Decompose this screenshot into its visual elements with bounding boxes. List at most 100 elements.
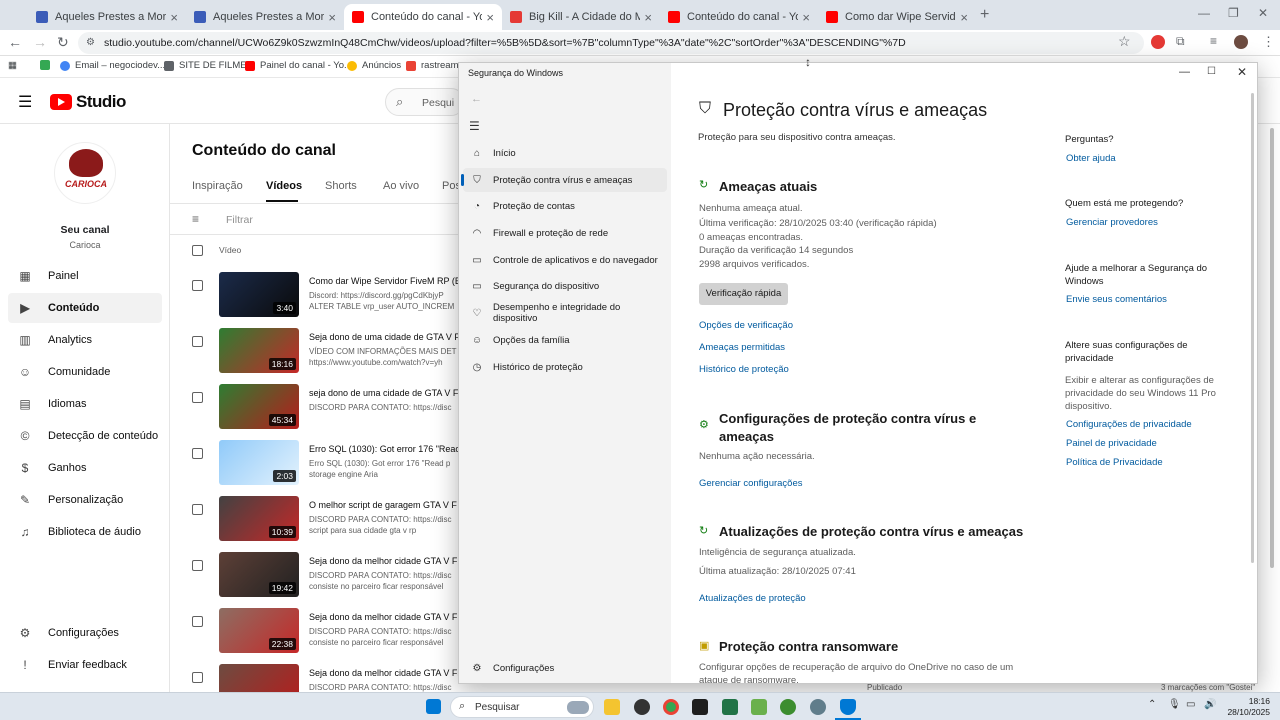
sidebar-item-conteudo[interactable]: ▶ Conteúdo (8, 293, 162, 323)
sidebar-item-idiomas[interactable]: ▤ Idiomas (8, 389, 162, 419)
studio-logo[interactable]: Studio (50, 92, 126, 112)
protection-history-link[interactable]: Histórico de proteção (699, 364, 789, 375)
minimize-icon[interactable]: — (1198, 6, 1210, 20)
nav-family-options[interactable]: ☺ Opções da família (463, 328, 667, 352)
bookmark-drive[interactable] (40, 60, 55, 70)
sidebar-item-feedback[interactable]: ! Enviar feedback (8, 650, 162, 680)
bookmark-painel[interactable]: Painel do canal - Yo... (245, 60, 352, 71)
close-tab-icon[interactable]: × (644, 10, 652, 25)
nav-virus-protection[interactable]: ⛉ Proteção contra vírus e ameaças (461, 168, 667, 192)
video-thumbnail[interactable]: 2:03 (219, 440, 299, 485)
media-icon[interactable]: ≡ (1210, 34, 1217, 48)
video-title[interactable]: Como dar Wipe Servidor FiveM RP (E (309, 276, 459, 286)
terminal-icon[interactable] (692, 699, 708, 715)
close-tab-icon[interactable]: × (486, 10, 494, 25)
quick-scan-button[interactable]: Verificação rápida (699, 283, 788, 305)
extensions-puzzle-icon[interactable]: ⧉ (1176, 34, 1185, 49)
allowed-threats-link[interactable]: Ameaças permitidas (699, 342, 785, 353)
video-row[interactable]: 19:42 Seja dono da melhor cidade GTA V F D… (170, 552, 470, 608)
windows-security-taskbar-icon[interactable] (840, 699, 856, 715)
video-row[interactable]: 45:34 seja dono de uma cidade de GTA V Fi… (170, 384, 470, 440)
sidebar-item-ganhos[interactable]: $ Ganhos (8, 453, 162, 483)
video-title[interactable]: Seja dono da melhor cidade GTA V F (309, 556, 459, 566)
address-bar[interactable]: ⚙ studio.youtube.com/channel/UCWo6Z9k0Szw… (78, 32, 1144, 54)
privacy-dashboard-link[interactable]: Painel de privacidade (1066, 438, 1157, 449)
excel-icon[interactable] (722, 699, 738, 715)
privacy-policy-link[interactable]: Política de Privacidade (1066, 457, 1163, 468)
tab-1[interactable]: Aqueles Prestes a Morrer (Dub× (28, 4, 186, 30)
nav-account-protection[interactable]: ◔ Proteção de contas (463, 194, 667, 218)
channel-avatar[interactable]: CARIOCA (54, 142, 116, 204)
privacy-settings-link[interactable]: Configurações de privacidade (1066, 419, 1192, 430)
network-icon[interactable]: ▭ (1186, 699, 1195, 710)
nav-firewall[interactable]: ◠ Firewall e proteção de rede (463, 221, 667, 245)
hamburger-menu-icon[interactable]: ☰ (18, 92, 32, 112)
maximize-icon[interactable]: ❐ (1228, 6, 1239, 20)
close-window-icon[interactable]: ✕ (1237, 65, 1247, 79)
settings-gear-icon[interactable] (810, 699, 826, 715)
sidebar-item-personalizacao[interactable]: ✎ Personalização (8, 485, 162, 515)
video-row[interactable]: 10:39 O melhor script de garagem GTA V F D… (170, 496, 470, 552)
tab-shorts[interactable]: Shorts (325, 180, 357, 192)
nav-app-browser-control[interactable]: ▭ Controle de aplicativos e do navegador (463, 248, 667, 272)
forward-icon[interactable]: → (33, 34, 47, 50)
row-checkbox[interactable] (192, 280, 203, 291)
video-thumbnail[interactable]: 22:38 (219, 608, 299, 653)
nav-settings[interactable]: ⚙ Configurações (463, 656, 667, 680)
nav-inicio[interactable]: ⌂ Início (463, 141, 667, 165)
video-title[interactable]: Seja dono da melhor cidade GTA V Five (309, 668, 459, 678)
row-checkbox[interactable] (192, 616, 203, 627)
tab-6[interactable]: Como dar Wipe Servidor FiveM × (818, 4, 976, 30)
tab-3-active[interactable]: Conteúdo do canal - YouTube S× (344, 4, 502, 30)
hamburger-menu-icon[interactable]: ☰ (469, 119, 480, 133)
video-title[interactable]: Seja dono de uma cidade de GTA V F (309, 332, 459, 342)
sidebar-item-biblioteca[interactable]: ♫ Biblioteca de áudio (8, 517, 162, 547)
nav-protection-history[interactable]: ◷ Histórico de proteção (463, 355, 667, 379)
extension-icon[interactable] (1151, 35, 1165, 49)
close-window-icon[interactable]: ✕ (1258, 6, 1268, 20)
minimize-icon[interactable]: — (1179, 66, 1190, 78)
sidebar-item-deteccao[interactable]: © Detecção de conteúdo (8, 421, 162, 451)
scan-options-link[interactable]: Opções de verificação (699, 320, 793, 331)
nav-device-health[interactable]: ♡ Desempenho e integridade do dispositivo (463, 299, 667, 327)
video-thumbnail[interactable]: 3:40 (219, 272, 299, 317)
chrome-icon[interactable] (663, 699, 679, 715)
sidebar-item-analytics[interactable]: ▥ Analytics (8, 325, 162, 355)
bookmark-anuncios[interactable]: Anúncios (347, 60, 401, 71)
taskbar-search-box[interactable]: ⌕ Pesquisar (450, 696, 594, 718)
manage-settings-link[interactable]: Gerenciar configurações (699, 478, 803, 489)
tab-inspiracao[interactable]: Inspiração (192, 180, 243, 192)
site-info-icon[interactable]: ⚙ (86, 32, 95, 54)
video-title[interactable]: Erro SQL (1030): Got error 176 "Reac (309, 444, 459, 454)
tab-ao-vivo[interactable]: Ao vivo (383, 180, 419, 192)
microphone-icon[interactable]: 🎙 (1168, 699, 1181, 710)
sidebar-item-comunidade[interactable]: ☺ Comunidade (8, 357, 162, 387)
video-title[interactable]: O melhor script de garagem GTA V F (309, 500, 459, 510)
sidebar-item-configuracoes[interactable]: ⚙ Configurações (8, 618, 162, 648)
back-icon[interactable]: ← (8, 34, 22, 50)
reload-icon[interactable]: ↻ (57, 34, 69, 51)
content-scrollbar[interactable] (1251, 93, 1254, 563)
profile-avatar[interactable] (1234, 35, 1248, 49)
page-scrollbar[interactable] (1270, 128, 1274, 568)
video-title[interactable]: seja dono de uma cidade de GTA V Five (309, 388, 459, 398)
app-icon[interactable] (634, 699, 650, 715)
filter-input[interactable]: Filtrar (226, 214, 253, 226)
get-help-link[interactable]: Obter ajuda (1066, 153, 1116, 164)
video-row[interactable]: 3:40 Como dar Wipe Servidor FiveM RP (E Di… (170, 272, 470, 328)
bookmark-filmes[interactable]: SITE DE FILMES (164, 60, 253, 71)
send-feedback-link[interactable]: Envie seus comentários (1066, 294, 1167, 305)
file-explorer-icon[interactable] (604, 699, 620, 715)
studio-search-input[interactable]: ⌕ Pesqui (385, 88, 465, 116)
close-tab-icon[interactable]: × (328, 10, 336, 25)
sidebar-item-painel[interactable]: ▦ Painel (8, 261, 162, 291)
row-checkbox[interactable] (192, 336, 203, 347)
row-checkbox[interactable] (192, 392, 203, 403)
app-hs-icon[interactable] (780, 699, 796, 715)
video-thumbnail[interactable]: 10:39 (219, 496, 299, 541)
row-checkbox[interactable] (192, 560, 203, 571)
close-tab-icon[interactable]: × (170, 10, 178, 25)
tab-2[interactable]: Aqueles Prestes a Morrer - Epi× (186, 4, 344, 30)
select-all-checkbox[interactable] (192, 245, 203, 256)
tab-5[interactable]: Conteúdo do canal - YouTube S× (660, 4, 818, 30)
